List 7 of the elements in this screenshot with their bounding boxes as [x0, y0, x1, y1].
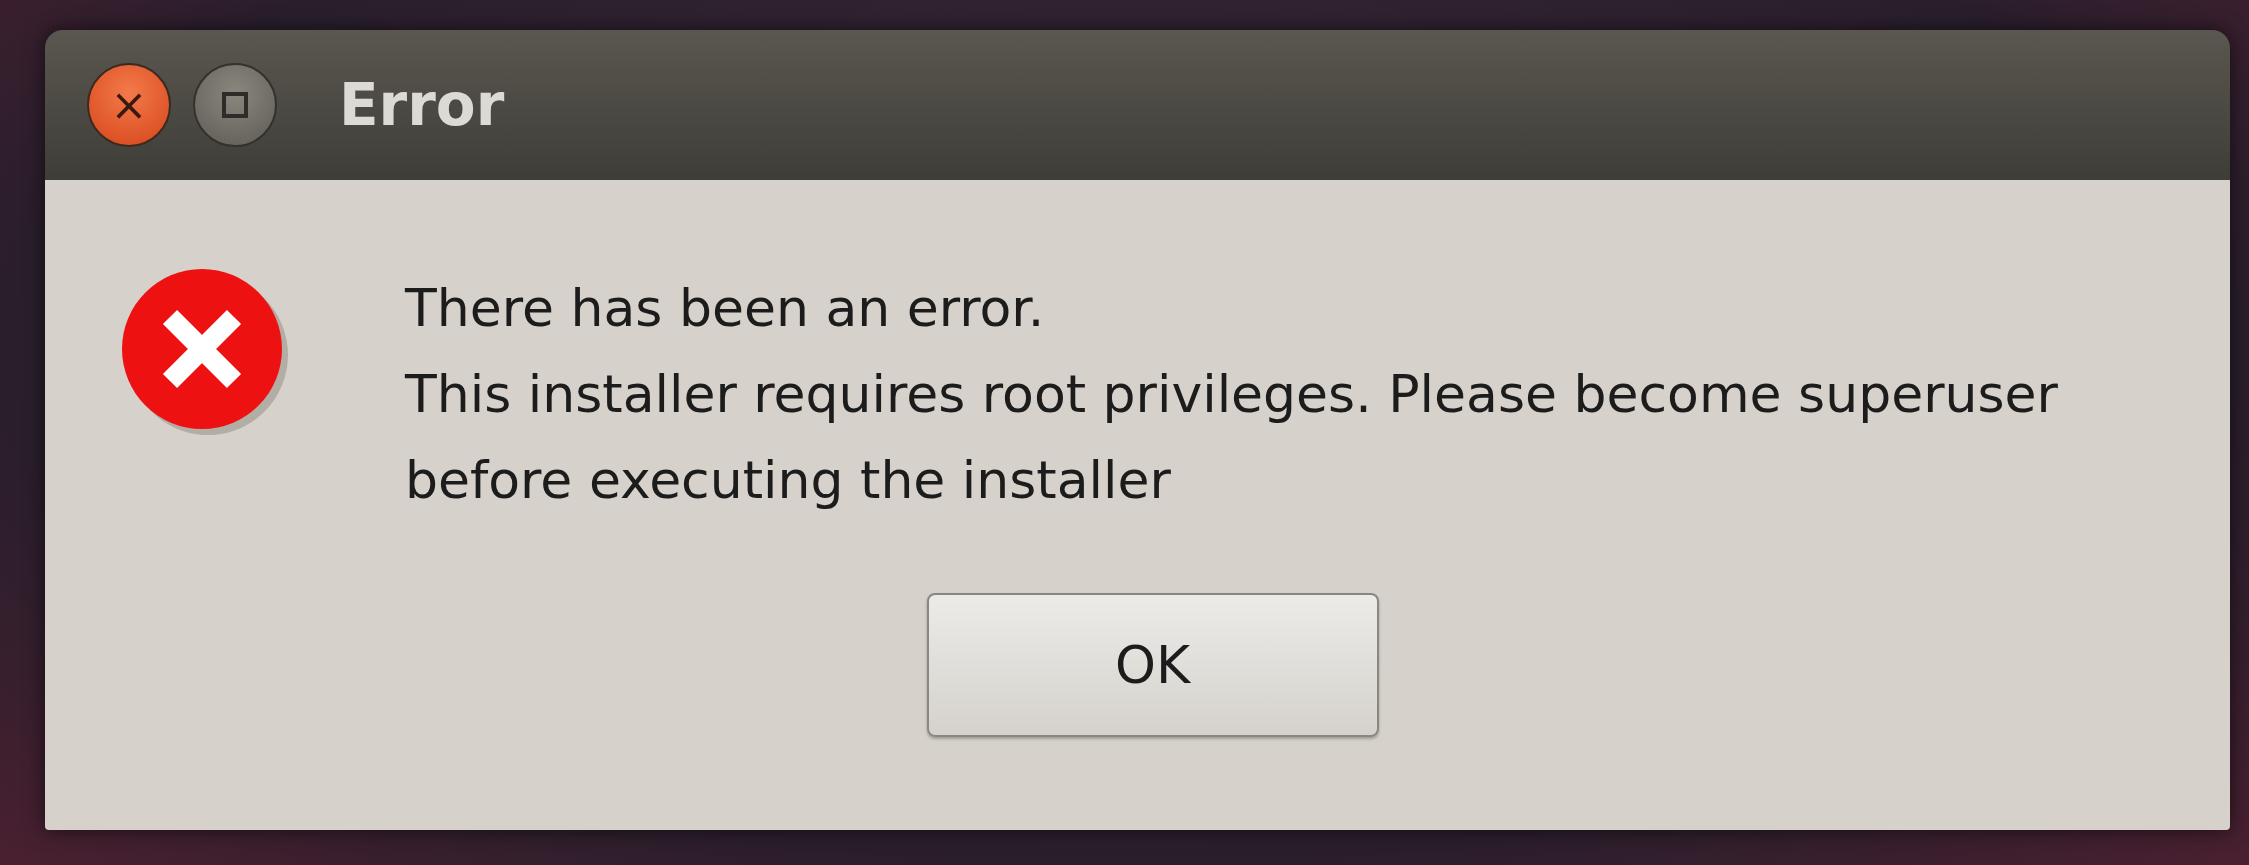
square-icon — [220, 90, 250, 120]
close-button[interactable]: × — [87, 63, 171, 147]
window-title: Error — [339, 71, 505, 139]
message-text: There has been an error. — [405, 277, 1046, 340]
ok-button[interactable]: OK — [926, 593, 1379, 737]
message-text: This installer requires root privileges. Please become superuser before executing the installer — [405, 363, 2059, 512]
error-icon — [120, 267, 290, 437]
